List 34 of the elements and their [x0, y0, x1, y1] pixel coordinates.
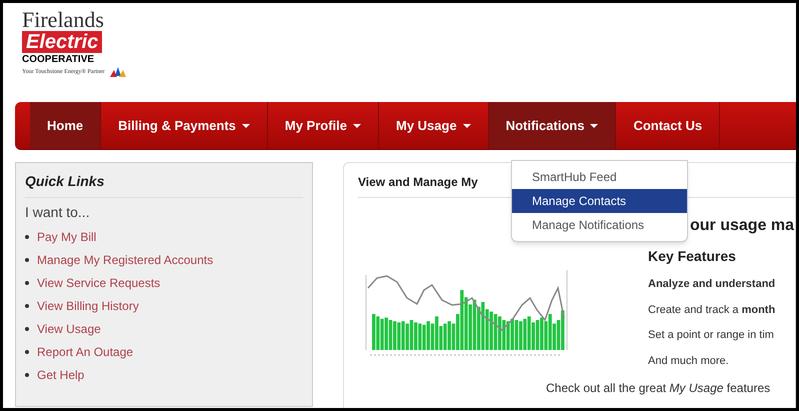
bullet-icon [25, 326, 29, 330]
menu-item[interactable]: Manage Contacts [512, 189, 687, 213]
bullet-icon [25, 304, 29, 308]
nav-tab[interactable]: My Profile [268, 102, 379, 149]
logo-subtitle: COOPERATIVE [22, 53, 94, 66]
heading: our usage ma [690, 216, 794, 236]
nav-tab[interactable]: Home [30, 102, 102, 149]
logo-name: Firelands [22, 9, 104, 31]
nav-tab[interactable]: Billing & Payments [101, 102, 268, 149]
nav-tab[interactable]: Notifications [488, 102, 616, 149]
feature-text: Create and track a month [648, 302, 776, 318]
quick-link[interactable]: Get Help [37, 366, 84, 384]
quick-link[interactable]: View Billing History [37, 296, 139, 314]
quick-link[interactable]: Manage My Registered Accounts [37, 250, 214, 268]
quick-link[interactable]: View Usage [37, 320, 101, 338]
bullet-icon [25, 234, 29, 238]
footer-text: Check out all the great My Usage features [545, 380, 772, 397]
bullet-icon [25, 280, 29, 284]
quick-link[interactable]: View Service Requests [37, 274, 160, 292]
bullet-icon [25, 258, 29, 262]
subheading: Key Features [648, 247, 737, 266]
quick-link[interactable]: Report An Outage [37, 342, 134, 360]
panel-title: Quick Links [25, 171, 303, 198]
logo-badge: Electric [22, 31, 102, 53]
feature-text: Analyze and understand [648, 277, 776, 292]
feature-text: And much more. [648, 354, 730, 368]
nav-tab[interactable]: Contact Us [616, 102, 720, 149]
intro-text: I want to... [25, 203, 91, 222]
feature-text: Set a point or range in tim [648, 328, 775, 343]
quick-link[interactable]: Pay My Bill [37, 228, 96, 246]
people-icon [108, 66, 127, 78]
bullet-icon [25, 372, 29, 376]
menu-item[interactable]: Manage Notifications [512, 213, 687, 237]
bullet-icon [25, 350, 29, 354]
